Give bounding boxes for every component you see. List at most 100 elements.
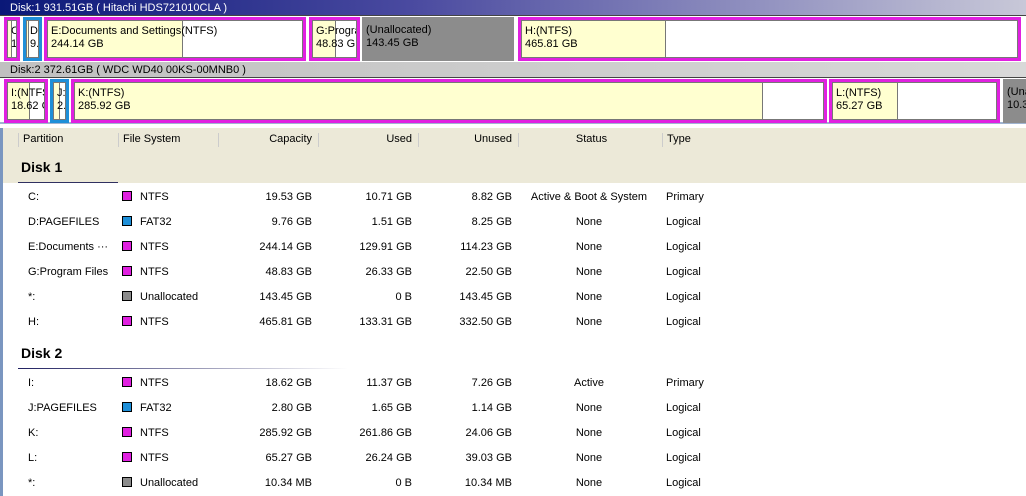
- type-cell[interactable]: Logical: [666, 451, 738, 465]
- status-cell[interactable]: None: [522, 476, 656, 490]
- partition-block[interactable]: E:Documents and Settings(NTFS) 244.14 GB: [44, 17, 306, 61]
- type-cell[interactable]: Primary: [666, 190, 738, 204]
- capacity-cell[interactable]: 10.34 MB: [222, 476, 312, 490]
- used-cell[interactable]: 26.33 GB: [322, 265, 412, 279]
- filesystem-cell[interactable]: FAT32: [122, 215, 212, 229]
- status-cell[interactable]: None: [522, 315, 656, 329]
- filesystem-cell[interactable]: NTFS: [122, 240, 212, 254]
- partition-block[interactable]: C:19.53 GB: [4, 17, 20, 61]
- type-cell[interactable]: Logical: [666, 476, 738, 490]
- used-cell[interactable]: 1.51 GB: [322, 215, 412, 229]
- status-cell[interactable]: Active: [522, 376, 656, 390]
- status-cell[interactable]: None: [522, 401, 656, 415]
- partition-cell[interactable]: D:PAGEFILES: [28, 215, 116, 229]
- partition-block[interactable]: (Unallocated) 143.45 GB: [362, 17, 514, 61]
- filesystem-cell[interactable]: NTFS: [122, 190, 212, 204]
- filesystem-cell[interactable]: NTFS: [122, 376, 212, 390]
- status-cell[interactable]: None: [522, 451, 656, 465]
- unused-cell[interactable]: 143.45 GB: [422, 290, 512, 304]
- partition-block[interactable]: G:Program Files48.83 GB: [309, 17, 360, 61]
- type-cell[interactable]: Logical: [666, 215, 738, 229]
- used-cell[interactable]: 0 B: [322, 476, 412, 490]
- capacity-cell[interactable]: 143.45 GB: [222, 290, 312, 304]
- partition-cell[interactable]: H:: [28, 315, 116, 329]
- type-cell[interactable]: Primary: [666, 376, 738, 390]
- partition-block[interactable]: K:(NTFS) 285.92 GB: [71, 79, 827, 123]
- partition-cell[interactable]: *:: [28, 290, 116, 304]
- used-cell[interactable]: 26.24 GB: [322, 451, 412, 465]
- filesystem-cell[interactable]: Unallocated: [122, 290, 212, 304]
- status-cell[interactable]: Active & Boot & System: [522, 190, 656, 204]
- used-cell[interactable]: 133.31 GB: [322, 315, 412, 329]
- type-cell[interactable]: Logical: [666, 240, 738, 254]
- type-cell[interactable]: Logical: [666, 401, 738, 415]
- capacity-cell[interactable]: 2.80 GB: [222, 401, 312, 415]
- filesystem-cell[interactable]: FAT32: [122, 401, 212, 415]
- type-cell[interactable]: Logical: [666, 290, 738, 304]
- column-header[interactable]: Unused: [418, 133, 516, 147]
- used-cell[interactable]: 0 B: [322, 290, 412, 304]
- disk1-header[interactable]: Disk:1 931.51GB ( Hitachi HDS721010CLA ): [0, 0, 1026, 16]
- partition-cell[interactable]: K:: [28, 426, 116, 440]
- partition-block[interactable]: L:(NTFS) 65.27 GB: [829, 79, 1000, 123]
- used-cell[interactable]: 10.71 GB: [322, 190, 412, 204]
- partition-cell[interactable]: G:Program Files: [28, 265, 116, 279]
- unused-cell[interactable]: 7.26 GB: [422, 376, 512, 390]
- filesystem-cell[interactable]: NTFS: [122, 451, 212, 465]
- used-cell[interactable]: 261.86 GB: [322, 426, 412, 440]
- filesystem-cell[interactable]: NTFS: [122, 315, 212, 329]
- unused-cell[interactable]: 8.25 GB: [422, 215, 512, 229]
- filesystem-cell[interactable]: NTFS: [122, 426, 212, 440]
- status-cell[interactable]: None: [522, 290, 656, 304]
- capacity-cell[interactable]: 285.92 GB: [222, 426, 312, 440]
- type-cell[interactable]: Logical: [666, 426, 738, 440]
- unused-cell[interactable]: 24.06 GB: [422, 426, 512, 440]
- column-header[interactable]: Partition: [18, 133, 116, 147]
- partition-list[interactable]: Partition File System Capacity Used Unused St…: [0, 128, 1026, 496]
- unused-cell[interactable]: 332.50 GB: [422, 315, 512, 329]
- capacity-cell[interactable]: 18.62 GB: [222, 376, 312, 390]
- column-header[interactable]: File System: [118, 133, 216, 147]
- capacity-cell[interactable]: 65.27 GB: [222, 451, 312, 465]
- capacity-cell[interactable]: 9.76 GB: [222, 215, 312, 229]
- partition-block[interactable]: I:(NTFS)18.62 GB: [4, 79, 48, 123]
- partition-cell[interactable]: E:Documents ···: [28, 240, 116, 254]
- column-header[interactable]: Type: [662, 133, 742, 147]
- used-cell[interactable]: 1.65 GB: [322, 401, 412, 415]
- unused-cell[interactable]: 114.23 GB: [422, 240, 512, 254]
- partition-block[interactable]: D:9.76 GB: [23, 17, 42, 61]
- partition-cell[interactable]: I:: [28, 376, 116, 390]
- status-cell[interactable]: None: [522, 426, 656, 440]
- column-header[interactable]: Status: [518, 133, 660, 147]
- unused-cell[interactable]: 39.03 GB: [422, 451, 512, 465]
- type-cell[interactable]: Logical: [666, 315, 738, 329]
- filesystem-cell[interactable]: NTFS: [122, 265, 212, 279]
- capacity-cell[interactable]: 465.81 GB: [222, 315, 312, 329]
- partition-cell[interactable]: L:: [28, 451, 116, 465]
- partition-cell[interactable]: J:PAGEFILES: [28, 401, 116, 415]
- unused-cell[interactable]: 22.50 GB: [422, 265, 512, 279]
- column-header[interactable]: Used: [318, 133, 416, 147]
- partition-block[interactable]: (Unallocated)10.34 MB: [1003, 79, 1026, 123]
- used-cell[interactable]: 11.37 GB: [322, 376, 412, 390]
- status-cell[interactable]: None: [522, 265, 656, 279]
- status-cell[interactable]: None: [522, 240, 656, 254]
- disk-group-header[interactable]: Disk 2: [3, 336, 1026, 369]
- filesystem-cell[interactable]: Unallocated: [122, 476, 212, 490]
- capacity-cell[interactable]: 48.83 GB: [222, 265, 312, 279]
- partition-block[interactable]: J:2.80 GB: [50, 79, 69, 123]
- column-header[interactable]: Capacity: [218, 133, 316, 147]
- disk2-header[interactable]: Disk:2 372.61GB ( WDC WD40 00KS-00MNB0 ): [0, 62, 1026, 78]
- partition-cell[interactable]: *:: [28, 476, 116, 490]
- capacity-cell[interactable]: 19.53 GB: [222, 190, 312, 204]
- used-cell[interactable]: 129.91 GB: [322, 240, 412, 254]
- unused-cell[interactable]: 10.34 MB: [422, 476, 512, 490]
- disk-group-header[interactable]: Disk 1: [3, 150, 1026, 183]
- status-cell[interactable]: None: [522, 215, 656, 229]
- unused-cell[interactable]: 1.14 GB: [422, 401, 512, 415]
- partition-block[interactable]: H:(NTFS) 465.81 GB: [518, 17, 1021, 61]
- type-cell[interactable]: Logical: [666, 265, 738, 279]
- capacity-cell[interactable]: 244.14 GB: [222, 240, 312, 254]
- partition-cell[interactable]: C:: [28, 190, 116, 204]
- unused-cell[interactable]: 8.82 GB: [422, 190, 512, 204]
